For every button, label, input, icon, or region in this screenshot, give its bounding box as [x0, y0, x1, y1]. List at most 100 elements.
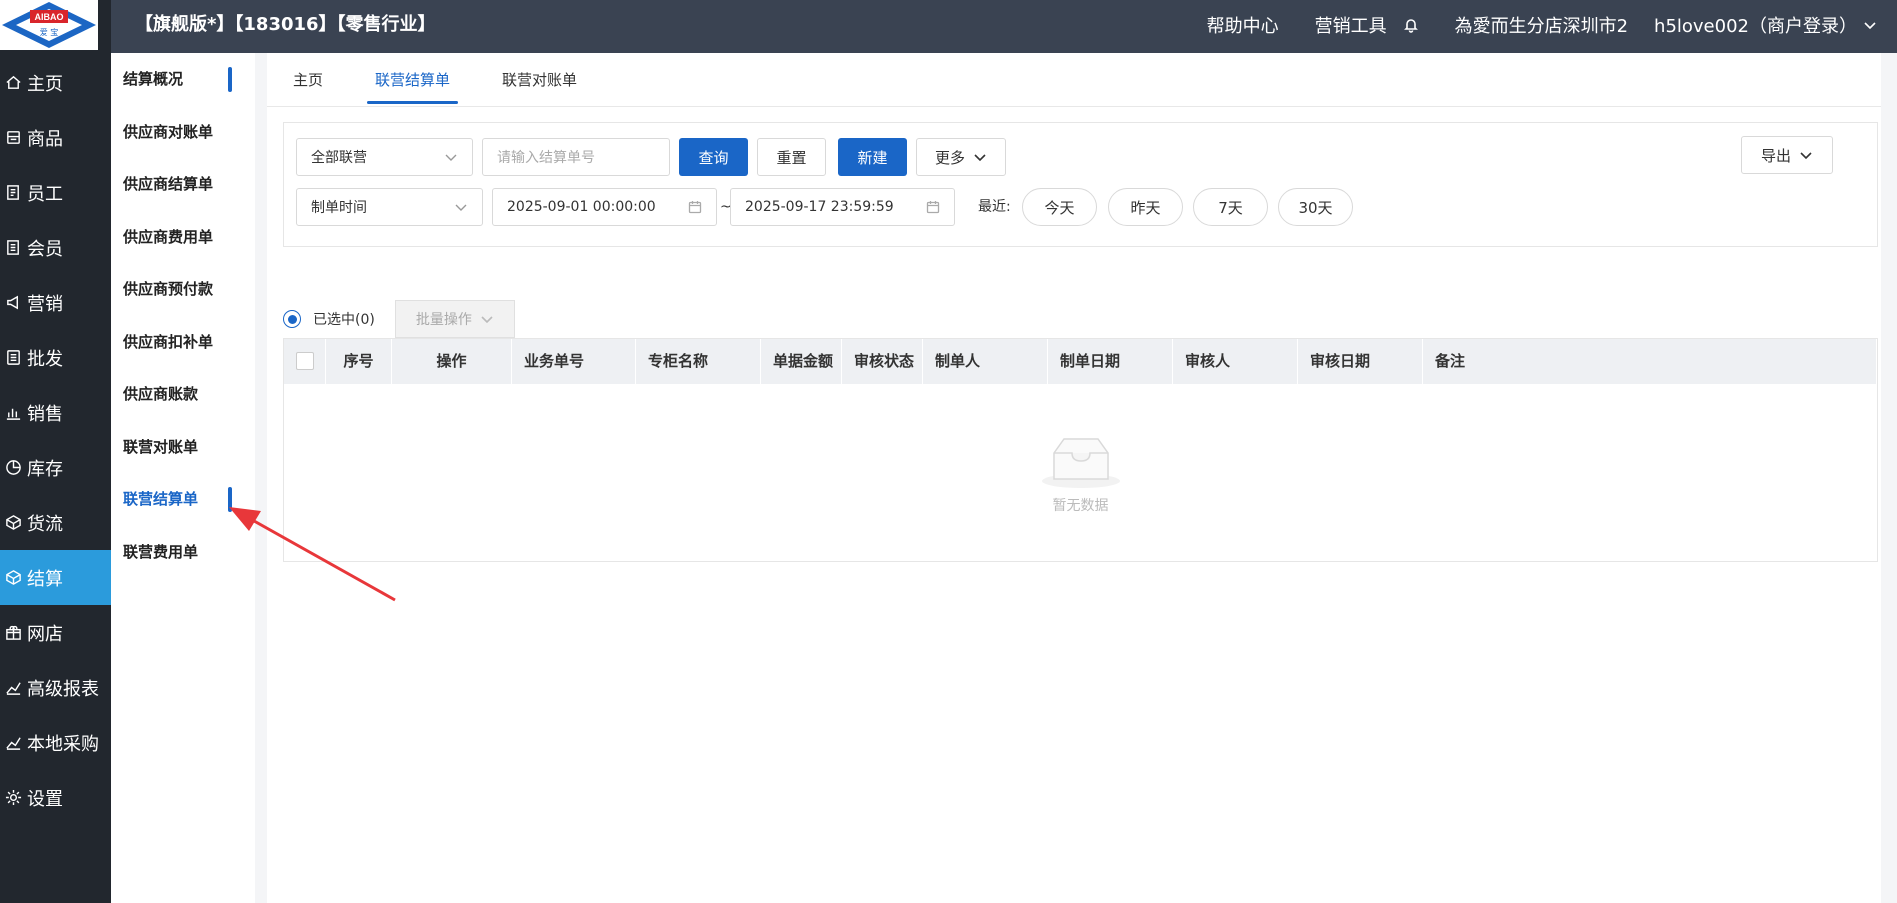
settlement-submenu: 结算概况供应商对账单供应商结算单供应商费用单 供应商预付款供应商扣补单供应商账款联…	[111, 53, 255, 903]
nav-item[interactable]: 设置	[0, 770, 111, 825]
submenu-item[interactable]: 供应商账款	[111, 368, 255, 421]
time-type-select[interactable]: 制单时间	[296, 188, 483, 226]
pie-icon	[3, 458, 23, 478]
new-button[interactable]: 新建	[838, 138, 907, 176]
aibao-logo[interactable]: AIBAO 爱 宝	[0, 0, 98, 50]
submenu-item[interactable]: 供应商扣补单	[111, 316, 255, 369]
end-date-input[interactable]: 2025-09-17 23:59:59	[730, 188, 955, 226]
gift-icon	[3, 623, 23, 643]
submenu-item-label: 结算概况	[123, 70, 184, 88]
nav-item[interactable]: 库存	[0, 440, 111, 495]
selection-row: 已选中(0) 批量操作	[283, 300, 515, 338]
submenu-item-label: 联营对账单	[123, 437, 199, 456]
nav-item-label: 本地采购	[27, 733, 99, 755]
select-all-checkbox[interactable]	[295, 352, 314, 370]
nav-item[interactable]: 高级报表	[0, 660, 111, 715]
nav-item[interactable]: 网店	[0, 605, 111, 660]
store-name[interactable]: 為愛而生分店深圳市2	[1455, 12, 1628, 38]
nav-item[interactable]: 商品	[0, 110, 111, 165]
export-button[interactable]: 导出	[1741, 136, 1833, 174]
user-menu[interactable]: h5love002（商户登录）	[1654, 12, 1877, 38]
more-button[interactable]: 更多	[916, 138, 1006, 176]
nav-item[interactable]: 销售	[0, 385, 111, 440]
nav-item-label: 高级报表	[27, 678, 99, 700]
submenu-item-label: 供应商费用单	[123, 227, 214, 246]
tab[interactable]: 联营结算单	[349, 53, 476, 106]
nav-item-label: 结算	[27, 568, 63, 590]
submenu-item[interactable]: 联营对账单	[111, 421, 255, 474]
reset-button[interactable]: 重置	[757, 138, 826, 176]
col-header: 审核日期	[1298, 339, 1423, 384]
export-label: 导出	[1760, 146, 1791, 165]
nav-item-label: 网店	[27, 623, 63, 645]
submenu-item[interactable]: 结算概况	[111, 53, 255, 106]
submenu-item[interactable]: 供应商结算单	[111, 158, 255, 211]
start-date-value: 2025-09-01 00:00:00	[507, 199, 656, 215]
nav-item[interactable]: 本地采购	[0, 715, 111, 770]
col-header: 备注	[1423, 339, 1877, 384]
chevron-down-icon	[1799, 148, 1813, 162]
tab[interactable]: 联营对账单	[476, 53, 603, 106]
nav-item[interactable]: 批发	[0, 330, 111, 385]
logo-text-top: AIBAO	[35, 12, 64, 22]
yesterday-button[interactable]: 昨天	[1108, 188, 1183, 226]
empty-box-icon	[1041, 437, 1120, 488]
edition-title: 【旗舰版*】【183016】【零售行业】	[135, 14, 436, 35]
page-tabs: 主页 联营结算单 联营对账单	[267, 53, 1881, 107]
submenu-item[interactable]: 联营结算单	[111, 473, 255, 526]
empty-state: 暂无数据	[284, 384, 1877, 561]
submenu-item-label: 联营结算单	[123, 490, 199, 508]
last-30-days-button[interactable]: 30天	[1278, 188, 1353, 226]
chart-icon	[3, 403, 23, 423]
submenu-item-label: 供应商账款	[123, 385, 199, 403]
selected-count: 已选中(0)	[313, 312, 375, 328]
last-7-days-button[interactable]: 7天	[1193, 188, 1268, 226]
box-icon	[3, 568, 23, 588]
chevron-down-icon	[1863, 18, 1877, 32]
nav-item-label: 商品	[27, 128, 63, 150]
col-header: 审核状态	[842, 339, 923, 384]
start-date-input[interactable]: 2025-09-01 00:00:00	[492, 188, 717, 226]
nav-item[interactable]: 主页	[0, 55, 111, 110]
nav-item-label: 员工	[27, 183, 63, 205]
joint-select[interactable]: 全部联营	[296, 138, 473, 176]
active-indicator	[228, 67, 232, 92]
settlement-table: 序号 操作 业务单号 专柜名称 单据金额 审核状态 制单人 制单日期 审核人 审…	[283, 338, 1878, 562]
home-icon	[3, 73, 23, 93]
batch-label: 批量操作	[415, 312, 472, 328]
member-icon	[3, 238, 23, 258]
active-indicator	[228, 487, 232, 512]
nav-item[interactable]: 会员	[0, 220, 111, 275]
nav-item[interactable]: 货流	[0, 495, 111, 550]
calendar-icon	[688, 200, 702, 214]
today-button[interactable]: 今天	[1022, 188, 1097, 226]
submenu-item[interactable]: 供应商费用单	[111, 211, 255, 264]
query-button[interactable]: 查询	[679, 138, 748, 176]
selected-radio[interactable]	[283, 310, 301, 328]
help-center-link[interactable]: 帮助中心	[1207, 12, 1279, 38]
nav-item[interactable]: 员工	[0, 165, 111, 220]
end-date-value: 2025-09-17 23:59:59	[745, 199, 894, 215]
tab[interactable]: 主页	[267, 53, 349, 106]
submenu-item[interactable]: 供应商预付款	[111, 263, 255, 316]
submenu-item-label: 供应商预付款	[123, 280, 214, 298]
submenu-item[interactable]: 联营费用单	[111, 526, 255, 579]
box-icon	[3, 513, 23, 533]
bell-icon[interactable]	[1403, 17, 1419, 33]
nav-item-label: 主页	[27, 73, 63, 95]
col-header: 序号	[326, 339, 392, 384]
order-no-input[interactable]: 请输入结算单号	[482, 138, 670, 176]
col-header: 制单人	[923, 339, 1048, 384]
submenu-item[interactable]: 供应商对账单	[111, 106, 255, 159]
marketing-tools-link[interactable]: 营销工具	[1315, 12, 1387, 38]
col-header: 专柜名称	[636, 339, 761, 384]
staff-icon	[3, 183, 23, 203]
col-header: 操作	[392, 339, 512, 384]
nav-item[interactable]: 结算	[0, 550, 111, 605]
nav-item[interactable]: 营销	[0, 275, 111, 330]
top-bar: 【旗舰版*】【183016】【零售行业】 帮助中心 营销工具 為愛而生分店深圳市…	[111, 0, 1897, 53]
order-no-placeholder: 请输入结算单号	[497, 150, 595, 166]
submenu-item-label: 供应商对账单	[123, 122, 214, 141]
nav-item-label: 销售	[27, 403, 63, 425]
batch-operations-button[interactable]: 批量操作	[394, 300, 515, 338]
